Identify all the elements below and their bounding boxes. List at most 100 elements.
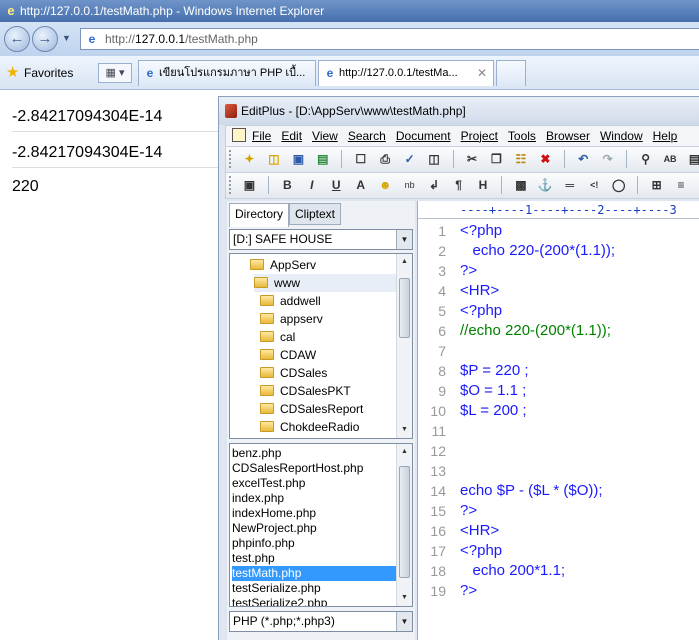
color-icon[interactable]: ☻ xyxy=(376,176,394,194)
code-editor[interactable]: ----+----1----+----2----+----3 1 <?php 2 e… xyxy=(417,201,699,640)
menu-tools[interactable]: Tools xyxy=(508,126,536,146)
tree-scrollbar[interactable]: ▲ ▼ xyxy=(396,254,412,438)
file-item[interactable]: indexHome.php xyxy=(232,506,398,521)
tab-cliptext[interactable]: Cliptext xyxy=(289,203,342,225)
tree-item-folder[interactable]: CDAW xyxy=(260,346,316,364)
menu-edit[interactable]: Edit xyxy=(281,126,302,146)
file-list-scrollbar[interactable]: ▲ ▼ xyxy=(396,444,412,606)
drive-select[interactable]: [D:] SAFE HOUSE ▼ xyxy=(229,229,413,250)
scroll-up-icon[interactable]: ▲ xyxy=(397,444,412,460)
close-icon[interactable]: ✕ xyxy=(477,61,487,86)
tree-item-folder[interactable]: ChokdeeRadio xyxy=(260,418,359,436)
file-item[interactable]: test.php xyxy=(232,551,398,566)
scroll-down-icon[interactable]: ▼ xyxy=(397,422,412,438)
file-filter-select[interactable]: PHP (*.php;*.php3) ▼ xyxy=(229,611,413,632)
code-line[interactable]: 14 echo $P - ($L * ($O)); xyxy=(418,481,699,501)
spell-check-icon[interactable]: ✓ xyxy=(401,150,419,168)
anchor-icon[interactable]: ⚓ xyxy=(536,176,554,194)
paragraph-icon[interactable]: ¶ xyxy=(450,176,468,194)
code-line[interactable]: 13 xyxy=(418,461,699,481)
tree-item-folder[interactable]: CDSales xyxy=(260,364,327,382)
tab-php-tutorial[interactable]: e เขียนโปรแกรมภาษา PHP เบื้... xyxy=(138,60,316,86)
forward-arrow-icon[interactable]: → xyxy=(32,26,58,52)
tab-testmath[interactable]: e http://127.0.0.1/testMa... ✕ xyxy=(318,60,494,86)
code-line[interactable]: 17 <?php xyxy=(418,541,699,561)
paste-icon[interactable]: ☷ xyxy=(512,150,530,168)
code-line[interactable]: 4 <HR> xyxy=(418,281,699,301)
file-item[interactable]: phpinfo.php xyxy=(232,536,398,551)
print-icon[interactable]: ⎙ xyxy=(376,150,394,168)
replace-icon[interactable]: AB xyxy=(661,150,679,168)
image-icon[interactable]: ▩ xyxy=(512,176,530,194)
menu-file[interactable]: File xyxy=(252,126,271,146)
script-icon[interactable]: ◯ xyxy=(610,176,628,194)
file-item[interactable]: excelTest.php xyxy=(232,476,398,491)
code-line[interactable]: 11 xyxy=(418,421,699,441)
center-icon[interactable]: ≡ xyxy=(672,176,690,194)
print-preview-icon[interactable]: ☐ xyxy=(352,150,370,168)
scroll-up-icon[interactable]: ▲ xyxy=(397,254,412,270)
file-item-selected[interactable]: testMath.php xyxy=(232,566,398,581)
back-arrow-icon[interactable]: ← xyxy=(4,26,30,52)
menu-project[interactable]: Project xyxy=(461,126,498,146)
code-line[interactable]: 6 //echo 220-(200*(1.1)); xyxy=(418,321,699,341)
save-all-icon[interactable]: ▤ xyxy=(314,150,332,168)
redo-icon[interactable]: ↷ xyxy=(599,150,617,168)
code-line[interactable]: 16 <HR> xyxy=(418,521,699,541)
delete-icon[interactable]: ✖ xyxy=(536,150,554,168)
menu-window[interactable]: Window xyxy=(600,126,643,146)
file-item[interactable]: testSerialize.php xyxy=(232,581,398,596)
file-item[interactable]: NewProject.php xyxy=(232,521,398,536)
quick-tabs-icon[interactable]: ▦ ▾ xyxy=(98,63,132,83)
scrollbar-thumb[interactable] xyxy=(399,466,410,578)
bold-icon[interactable]: B xyxy=(278,176,296,194)
tree-item-folder[interactable]: addwell xyxy=(260,292,321,310)
menu-browser[interactable]: Browser xyxy=(546,126,590,146)
code-line[interactable]: 2 echo 220-(200*(1.1)); xyxy=(418,241,699,261)
toolbar-grip[interactable] xyxy=(229,150,233,168)
code-line[interactable]: 8 $P = 220 ; xyxy=(418,361,699,381)
code-line[interactable]: 3 ?> xyxy=(418,261,699,281)
tree-item-folder[interactable]: cal xyxy=(260,328,295,346)
code-line[interactable]: 15 ?> xyxy=(418,501,699,521)
code-line[interactable]: 18 echo 200*1.1; xyxy=(418,561,699,581)
find-icon[interactable]: ⚲ xyxy=(637,150,655,168)
code-line[interactable]: 7 xyxy=(418,341,699,361)
comment-icon[interactable]: <! xyxy=(585,176,603,194)
browser-view-icon[interactable]: ◫ xyxy=(425,150,443,168)
menu-document[interactable]: Document xyxy=(396,126,451,146)
tree-item-folder[interactable]: CDSalesPKT xyxy=(260,382,351,400)
copy-icon[interactable]: ❐ xyxy=(487,150,505,168)
undo-icon[interactable]: ↶ xyxy=(574,150,592,168)
history-dropdown-icon[interactable]: ▼ xyxy=(62,33,71,43)
find-in-files-icon[interactable]: ▤ xyxy=(686,150,699,168)
file-item[interactable]: index.php xyxy=(232,491,398,506)
underline-icon[interactable]: U xyxy=(327,176,345,194)
table-icon[interactable]: ⊞ xyxy=(648,176,666,194)
code-line[interactable]: 5 <?php xyxy=(418,301,699,321)
chevron-down-icon[interactable]: ▼ xyxy=(396,230,412,249)
tree-item-appserv[interactable]: AppServ xyxy=(250,256,316,274)
file-item[interactable]: testSerialize2.php xyxy=(232,596,398,606)
menu-view[interactable]: View xyxy=(312,126,338,146)
tab-directory[interactable]: Directory xyxy=(229,203,290,227)
open-folder-icon[interactable]: ◫ xyxy=(265,150,283,168)
address-bar[interactable]: e http://127.0.0.1/testMath.php xyxy=(80,28,699,50)
file-item[interactable]: benz.php xyxy=(232,446,398,461)
tree-item-folder[interactable]: CDSalesReport xyxy=(260,400,363,418)
new-file-icon[interactable]: ✦ xyxy=(240,150,258,168)
scroll-down-icon[interactable]: ▼ xyxy=(397,590,412,606)
font-icon[interactable]: A xyxy=(352,176,370,194)
cut-icon[interactable]: ✂ xyxy=(463,150,481,168)
nbsp-icon[interactable]: nb xyxy=(401,176,419,194)
scrollbar-thumb[interactable] xyxy=(399,278,410,338)
favorites-button[interactable]: ★ Favorites xyxy=(6,63,73,83)
new-tab-button[interactable] xyxy=(496,60,526,86)
tree-item-www[interactable]: www xyxy=(254,274,398,292)
file-item[interactable]: CDSalesReportHost.php xyxy=(232,461,398,476)
code-line[interactable]: 10 $L = 200 ; xyxy=(418,401,699,421)
tree-item-folder[interactable]: appserv xyxy=(260,310,323,328)
save-icon[interactable]: ▣ xyxy=(289,150,307,168)
code-line[interactable]: 19 ?> xyxy=(418,581,699,601)
horizontal-rule-icon[interactable]: ═ xyxy=(561,176,579,194)
